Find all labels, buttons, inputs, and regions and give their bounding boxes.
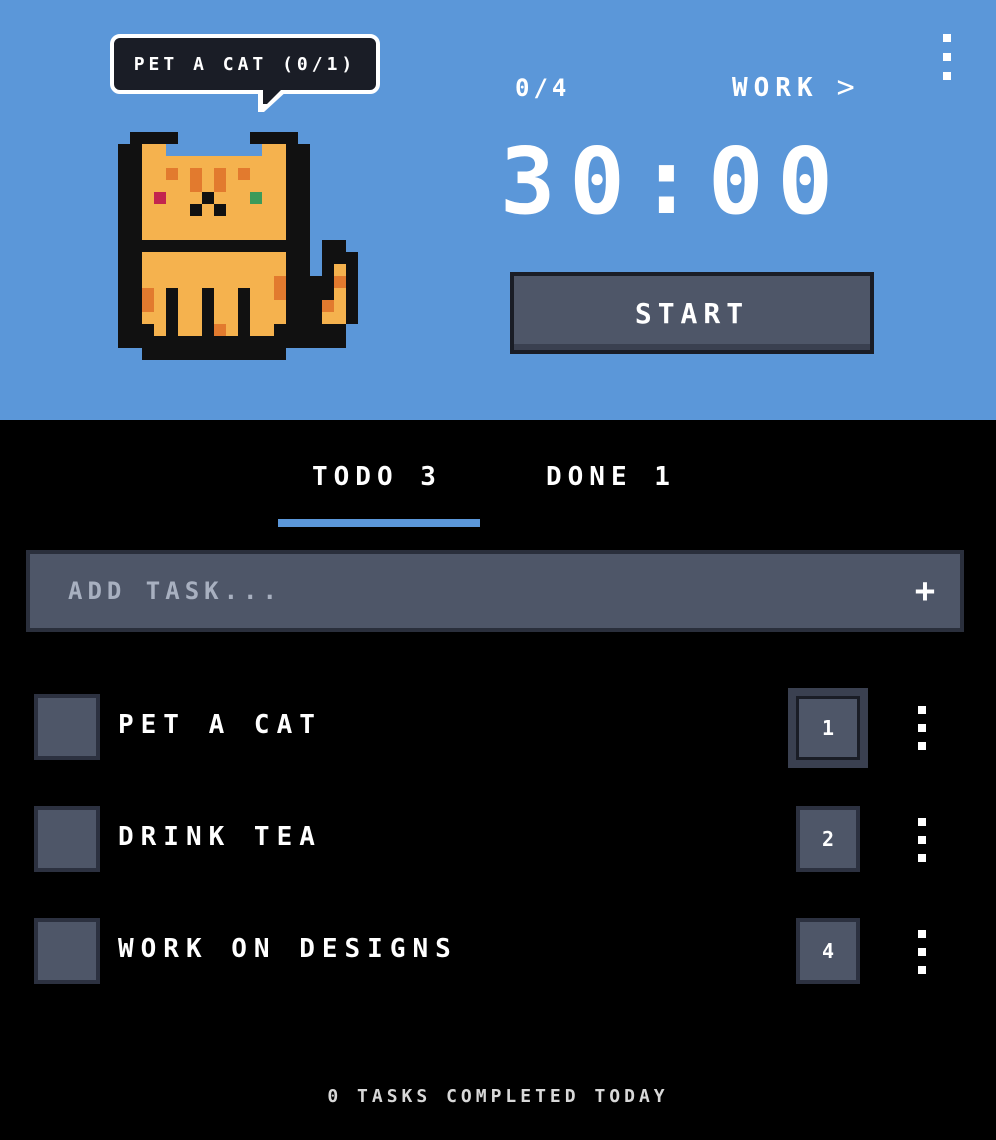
task-menu-icon[interactable]	[916, 930, 928, 974]
task-pomodoro-count[interactable]: 2	[796, 806, 860, 872]
session-counter: 0/4	[515, 74, 571, 102]
tab-done[interactable]: DONE 1	[546, 462, 676, 492]
task-menu-icon[interactable]	[916, 706, 928, 750]
task-checkbox[interactable]	[34, 806, 100, 872]
task-pomodoro-count[interactable]: 4	[796, 918, 860, 984]
speech-bubble: PET A CAT (0/1)	[110, 34, 380, 94]
timer-display: 30:00	[500, 128, 847, 235]
task-pomodoro-count[interactable]: 1	[788, 688, 868, 768]
add-task-input[interactable]	[30, 576, 890, 606]
task-checkbox[interactable]	[34, 918, 100, 984]
kebab-menu-icon[interactable]	[940, 34, 954, 80]
start-button[interactable]: START	[510, 272, 874, 354]
task-row: DRINK TEA 2	[0, 806, 996, 886]
mode-label: WORK	[732, 72, 819, 103]
timer-header: PET A CAT (0/1) 0/4 WORK > 30:00 START	[0, 0, 996, 420]
task-title: WORK ON DESIGNS	[118, 934, 458, 964]
task-menu-icon[interactable]	[916, 818, 928, 862]
task-title: DRINK TEA	[118, 822, 322, 852]
mode-switch-button[interactable]: WORK >	[732, 70, 861, 105]
task-checkbox[interactable]	[34, 694, 100, 760]
cat-icon	[118, 132, 358, 360]
task-title: PET A CAT	[118, 710, 322, 740]
plus-icon[interactable]: +	[890, 554, 960, 628]
task-row: PET A CAT 1	[0, 688, 996, 774]
task-row: WORK ON DESIGNS 4	[0, 918, 996, 998]
completed-summary: 0 TASKS COMPLETED TODAY	[327, 1086, 669, 1107]
active-tab-indicator	[278, 519, 480, 527]
tab-todo[interactable]: TODO 3	[312, 462, 442, 492]
chevron-right-icon: >	[836, 70, 861, 105]
speech-bubble-text: PET A CAT (0/1)	[133, 53, 357, 75]
add-task-bar: +	[26, 550, 964, 632]
